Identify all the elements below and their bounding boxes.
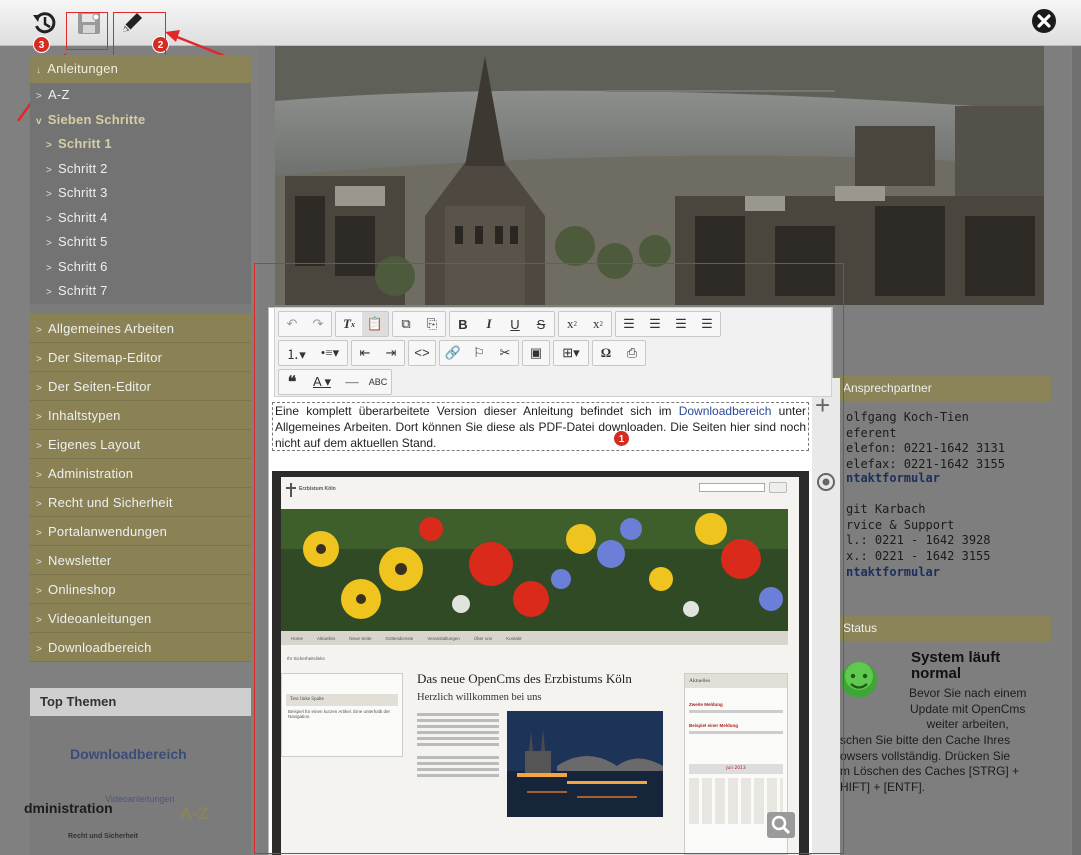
nav-schritt-5[interactable]: > Schritt 5 — [30, 230, 251, 255]
tag-a-z[interactable]: A-Z — [180, 804, 208, 824]
nav-onlineshop[interactable]: > Onlineshop — [30, 574, 251, 604]
nav-label: Schritt 2 — [58, 160, 108, 176]
kontaktformular-link-2[interactable]: ntaktformular — [846, 565, 940, 581]
nav-schritt-7[interactable]: > Schritt 7 — [30, 279, 251, 304]
nav-label: Anleitungen — [47, 61, 119, 76]
system-status-text: Bevor Sie nach einem Update mit OpenCms … — [909, 686, 1027, 731]
nav-eigenes-layout[interactable]: > Eigenes Layout — [30, 429, 251, 459]
page: { "toolbar":{ "icons":["history-icon","s… — [0, 0, 1081, 855]
nav-portalanwendungen[interactable]: > Portalanwendungen — [30, 516, 251, 546]
nav-label: Sieben Schritte — [47, 111, 146, 127]
nav-label: Videoanleitungen — [48, 610, 152, 626]
system-status-title: System läuft normal — [911, 649, 1001, 682]
nav-label: Downloadbereich — [48, 639, 152, 655]
contact-2: git Karbach rvice & Support l.: 0221 - 1… — [846, 502, 991, 563]
nav-label: Onlineshop — [48, 581, 116, 597]
contact-1: olfgang Koch-Tien eferent elefon: 0221-1… — [846, 410, 1005, 471]
nav-label: Schritt 1 — [58, 136, 112, 151]
nav-label: Administration — [48, 465, 134, 481]
tag-recht-sicherheit[interactable]: Recht und Sicherheit — [68, 833, 138, 840]
nav-label: Der Seiten-Editor — [48, 378, 152, 394]
nav-label: Allgemeines Arbeiten — [48, 320, 175, 336]
nav-label: A-Z — [48, 87, 70, 102]
nav-schritt-1[interactable]: > Schritt 1 — [30, 132, 251, 157]
nav-videoanleitungen[interactable]: > Videoanleitungen — [30, 603, 251, 633]
nav-label: Eigenes Layout — [48, 436, 141, 452]
nav-schritt-4[interactable]: > Schritt 4 — [30, 205, 251, 230]
nav-schritt-3[interactable]: > Schritt 3 — [30, 181, 251, 206]
page-scrollbar[interactable] — [1072, 46, 1081, 855]
tag-videoanleitungen[interactable]: Videoanleitungen — [105, 794, 174, 804]
nav-label: Inhaltstypen — [48, 407, 121, 423]
tag-downloadbereich[interactable]: Downloadbereich — [70, 746, 187, 762]
left-navigation: ↓ Anleitungen > A-Z v Sieben Schritte > Schr… — [30, 55, 251, 662]
nav-inhaltstypen[interactable]: > Inhaltstypen — [30, 400, 251, 430]
nav-allgemeines-arbeiten[interactable]: > Allgemeines Arbeiten — [30, 313, 251, 343]
nav-anleitungen[interactable]: ↓ Anleitungen — [30, 55, 251, 83]
nav-downloadbereich[interactable]: > Downloadbereich — [30, 632, 251, 662]
nav-label: Schritt 6 — [58, 258, 108, 274]
nav-schritt-2[interactable]: > Schritt 2 — [30, 156, 251, 181]
nav-label: Recht und Sicherheit — [48, 494, 173, 510]
nav-label: Schritt 4 — [58, 209, 108, 225]
tag-administration[interactable]: dministration — [24, 800, 113, 816]
nav-label: Schritt 3 — [58, 185, 108, 200]
nav-newsletter[interactable]: > Newsletter — [30, 545, 251, 575]
nav-label: Newsletter — [48, 552, 112, 568]
nav-schritt-6[interactable]: > Schritt 6 — [30, 254, 251, 279]
nav-sitemap-editor[interactable]: > Der Sitemap-Editor — [30, 342, 251, 372]
nav-label: Schritt 7 — [58, 283, 108, 298]
nav-recht-sicherheit[interactable]: > Recht und Sicherheit — [30, 487, 251, 517]
tag-cloud: Downloadbereich Videoanleitungen dminist… — [24, 716, 251, 855]
nav-label: Der Sitemap-Editor — [48, 349, 163, 365]
top-themen-header: Top Themen — [30, 688, 251, 716]
nav-label: Schritt 5 — [58, 234, 108, 249]
ansprechpartner-header: Ansprechpartner — [835, 376, 1051, 401]
status-header: Status — [835, 616, 1051, 641]
kontaktformular-link-1[interactable]: ntaktformular — [846, 471, 940, 487]
system-status-text-2: schen Sie bitte den Cache Ihres owsers v… — [840, 733, 1020, 794]
nav-administration[interactable]: > Administration — [30, 458, 251, 488]
editor-highlight-box — [254, 263, 844, 854]
nav-a-z[interactable]: > A-Z — [30, 83, 251, 108]
nav-sieben-schritte[interactable]: v Sieben Schritte — [30, 107, 251, 132]
nav-seiten-editor[interactable]: > Der Seiten-Editor — [30, 371, 251, 401]
status-smiley-icon — [840, 660, 878, 700]
nav-label: Portalanwendungen — [48, 523, 168, 539]
